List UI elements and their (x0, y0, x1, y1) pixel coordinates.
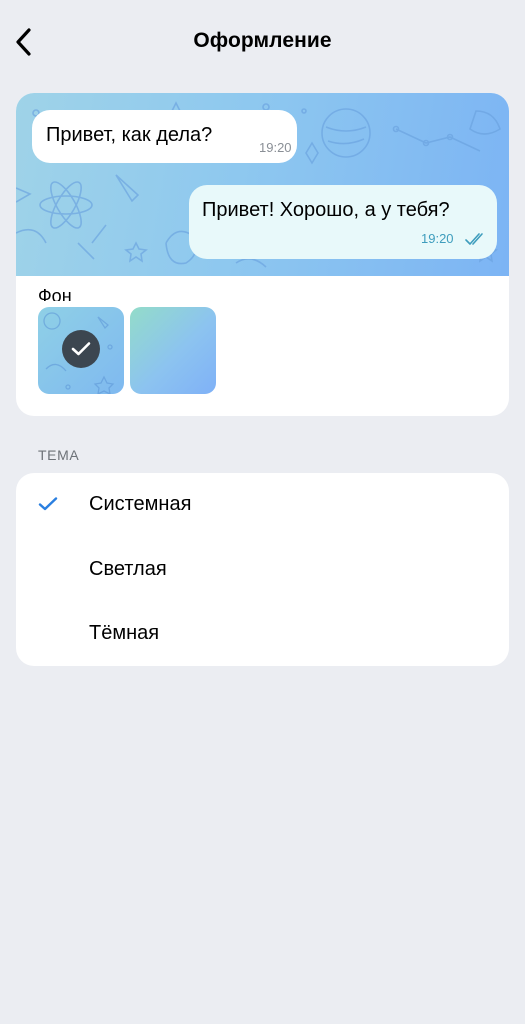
wallpaper-section-title: Фон (38, 286, 72, 301)
outgoing-message-time: 19:20 (421, 231, 454, 246)
incoming-message-text: Привет, как дела? (46, 124, 213, 146)
chat-wallpaper-preview: Привет, как дела? 19:20 Привет! Хорошо, … (16, 93, 509, 276)
outgoing-message-text: Привет! Хорошо, а у тебя? (202, 199, 450, 221)
theme-option-label: Тёмная (89, 622, 160, 644)
outgoing-message-bubble: Привет! Хорошо, а у тебя? 19:20 (189, 185, 497, 259)
theme-options-list: Системная Светлая Тёмная (16, 473, 509, 666)
theme-option-dark[interactable]: Тёмная (16, 602, 509, 666)
theme-option-light[interactable]: Светлая (16, 538, 509, 602)
theme-section-label: ТЕМА (38, 447, 80, 463)
double-check-icon (465, 233, 483, 245)
page-title: Оформление (193, 29, 332, 52)
appearance-preview-card: Привет, как дела? 19:20 Привет! Хорошо, … (16, 93, 509, 416)
incoming-message-time: 19:20 (259, 140, 292, 155)
checkmark-icon (38, 497, 58, 511)
wallpaper-option-pattern[interactable] (38, 307, 124, 394)
selected-indicator (62, 330, 100, 368)
incoming-message-bubble: Привет, как дела? 19:20 (32, 110, 297, 163)
theme-option-system[interactable]: Системная (16, 473, 509, 537)
theme-option-label: Светлая (89, 558, 167, 580)
nav-header: Оформление (0, 0, 525, 86)
checkmark-icon (71, 342, 91, 356)
wallpaper-option-gradient[interactable] (130, 307, 216, 394)
theme-option-label: Системная (89, 493, 192, 515)
